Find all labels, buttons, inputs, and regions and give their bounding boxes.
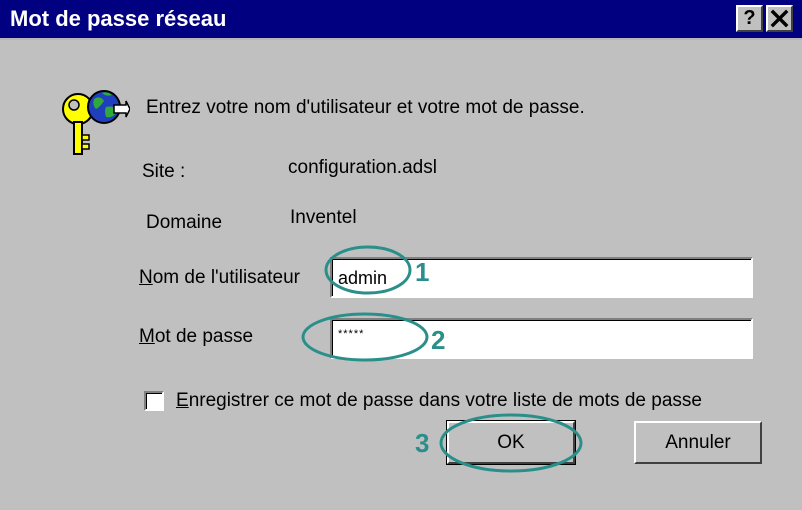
username-field[interactable]: admin xyxy=(330,257,753,298)
window-title: Mot de passe réseau xyxy=(10,6,227,31)
username-value: admin xyxy=(338,268,388,288)
site-label: Site : xyxy=(142,161,186,182)
title-bar[interactable]: Mot de passe réseau ? xyxy=(0,0,802,40)
password-label: Mot de passe xyxy=(139,325,253,349)
ok-button[interactable]: OK xyxy=(446,420,576,465)
remember-label[interactable]: Enregistrer ce mot de passe dans votre l… xyxy=(176,389,702,413)
remember-label-accel: E xyxy=(176,390,189,411)
password-label-accel: M xyxy=(139,326,155,347)
password-dialog: Mot de passe réseau ? Entrez votre nom d… xyxy=(0,0,802,510)
domain-value: Inventel xyxy=(290,207,357,228)
site-value: configuration.adsl xyxy=(288,157,437,178)
domain-label: Domaine xyxy=(146,212,223,233)
password-value: ***** xyxy=(338,328,365,340)
remember-checkbox[interactable] xyxy=(144,391,164,411)
annotation-step-1: 1 xyxy=(415,257,430,287)
username-label: Nom de l'utilisateur xyxy=(139,266,300,290)
password-field[interactable]: ***** xyxy=(330,318,753,359)
remember-label-rest: nregistrer ce mot de passe dans votre li… xyxy=(188,390,702,411)
annotation-step-3: 3 xyxy=(415,428,430,458)
username-label-rest: om de l'utilisateur xyxy=(152,267,300,288)
cancel-button[interactable]: Annuler xyxy=(634,421,762,464)
username-label-accel: N xyxy=(139,267,153,288)
help-button[interactable]: ? xyxy=(736,5,763,32)
prompt-text: Entrez votre nom d'utilisateur et votre … xyxy=(146,97,585,118)
annotation-step-2: 2 xyxy=(431,325,446,355)
key-globe-icon xyxy=(62,90,130,155)
password-label-rest: ot de passe xyxy=(154,326,254,347)
close-icon xyxy=(770,9,789,28)
close-button[interactable] xyxy=(766,5,793,32)
